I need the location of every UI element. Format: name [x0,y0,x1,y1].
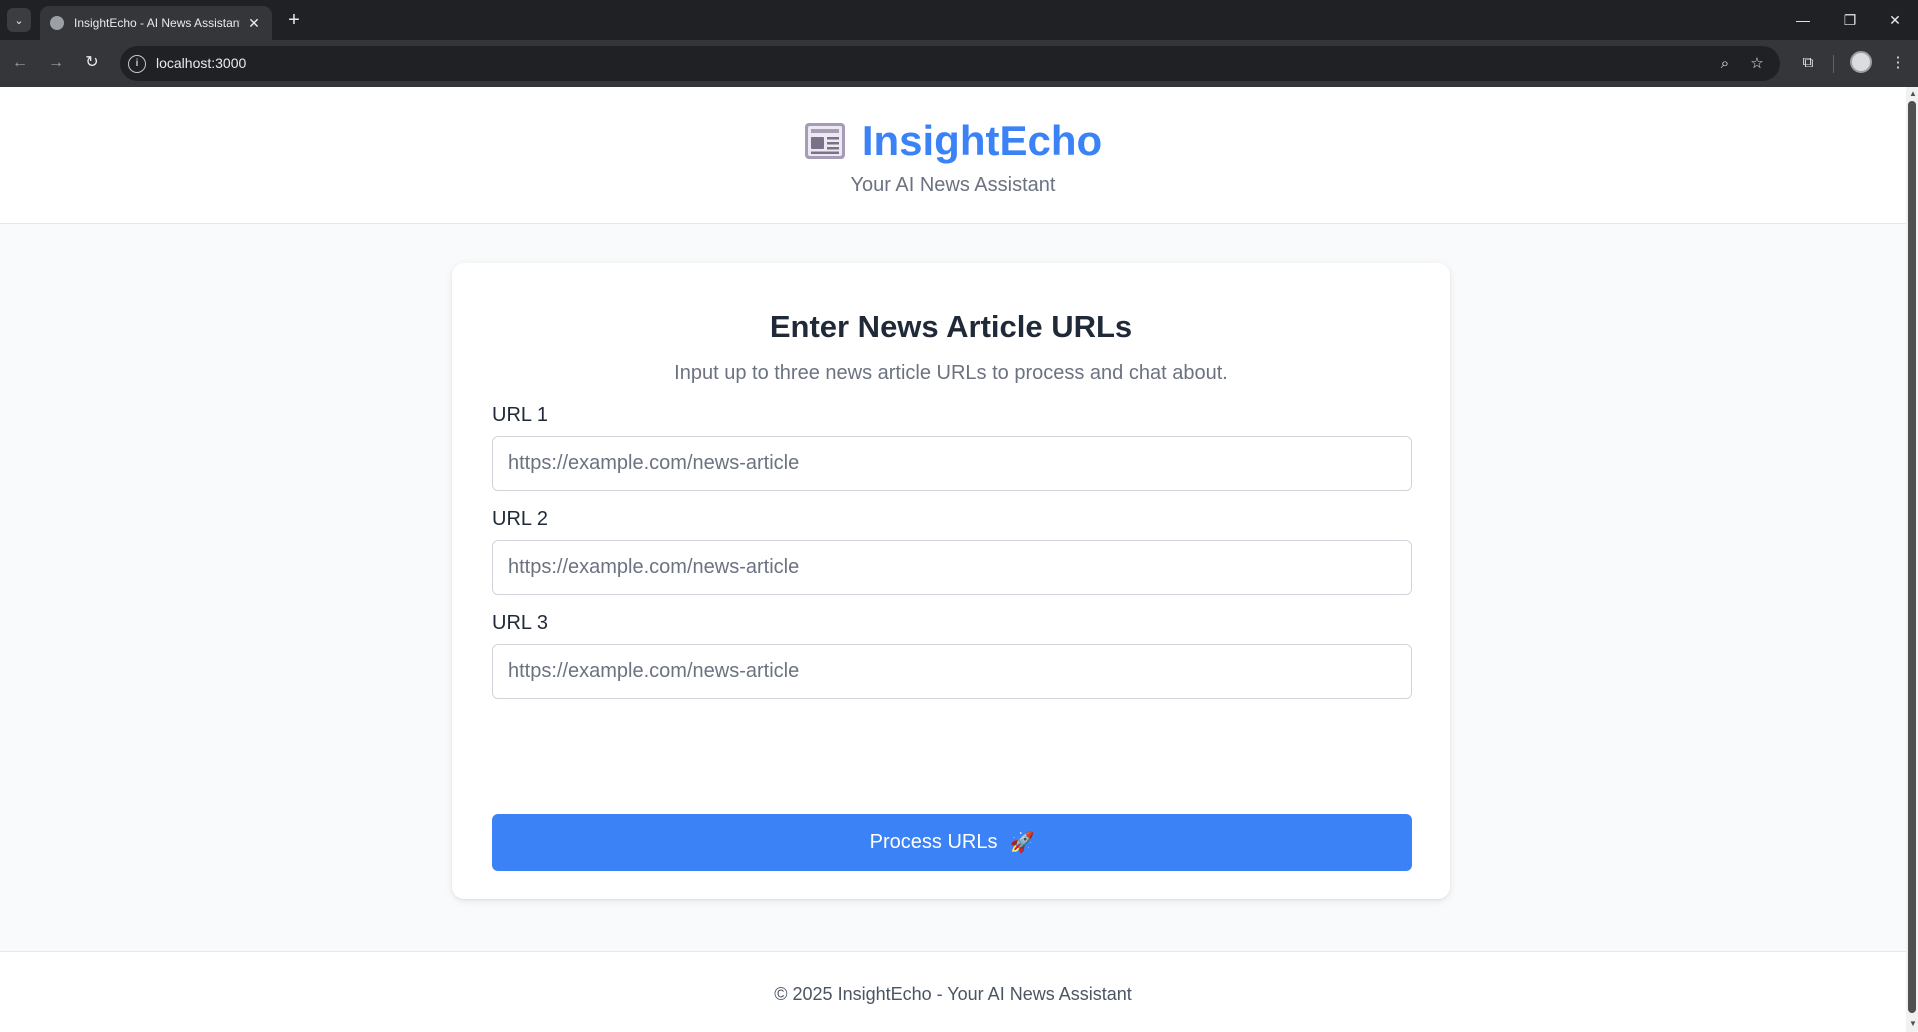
close-window-button[interactable]: ✕ [1883,8,1907,32]
newspaper-icon [804,123,845,159]
footer-copyright: © 2025 InsightEcho - Your AI News Assist… [774,984,1132,1004]
toolbar-divider [1833,55,1834,73]
forward-button[interactable]: → [44,51,68,75]
url-1-input[interactable] [492,436,1412,491]
url-2-input[interactable] [492,540,1412,595]
extensions-icon[interactable]: ⧉ [1796,51,1820,75]
bookmark-star-icon[interactable]: ☆ [1746,53,1768,75]
scrollbar-thumb[interactable] [1908,101,1916,1013]
globe-icon [50,16,64,30]
rocket-icon: 🚀 [1009,832,1035,854]
app-footer: © 2025 InsightEcho - Your AI News Assist… [0,951,1906,1032]
app-tagline: Your AI News Assistant [850,174,1056,196]
form-subtitle: Input up to three news article URLs to p… [674,362,1228,384]
reload-button[interactable]: ↻ [80,51,104,75]
browser-tab[interactable]: InsightEcho - AI News Assistant ✕ [40,6,272,40]
scroll-down-arrow-icon[interactable]: ▼ [1909,1019,1917,1028]
app-header: InsightEcho Your AI News Assistant [0,87,1906,224]
logo-row: InsightEcho [0,117,1906,165]
process-urls-button[interactable]: Process URLs 🚀 [492,814,1412,871]
address-url[interactable]: localhost:3000 [156,55,246,71]
page-viewport: InsightEcho Your AI News Assistant Enter… [0,87,1906,1032]
restore-window-button[interactable]: ❐ [1838,8,1862,32]
scroll-up-arrow-icon[interactable]: ▲ [1909,89,1917,98]
browser-menu-icon[interactable]: ⋮ [1886,51,1910,75]
profile-avatar[interactable] [1850,51,1872,73]
site-info-icon[interactable]: i [128,55,146,73]
form-title: Enter News Article URLs [769,309,1133,344]
browser-toolbar: ← → ↻ i localhost:3000 ⌕ ☆ ⧉ ⋮ [0,40,1918,87]
address-bar[interactable]: i localhost:3000 ⌕ ☆ [120,46,1780,81]
minimize-window-button[interactable]: — [1791,8,1815,32]
url-3-input[interactable] [492,644,1412,699]
back-button[interactable]: ← [8,51,32,75]
close-tab-icon[interactable]: ✕ [246,15,262,32]
url-3-label: URL 3 [492,612,548,634]
browser-tab-bar: ⌄ InsightEcho - AI News Assistant ✕ + — … [0,0,1918,40]
process-urls-label: Process URLs [869,831,998,853]
zoom-icon[interactable]: ⌕ [1714,53,1736,75]
tab-title: InsightEcho - AI News Assistant [74,16,240,30]
new-tab-button[interactable]: + [282,8,306,32]
app-logo-title: InsightEcho [861,117,1103,164]
url-2-label: URL 2 [492,508,548,530]
url-1-label: URL 1 [492,404,548,426]
page-scrollbar[interactable]: ▲ ▼ [1906,87,1918,1032]
tab-search-dropdown-icon[interactable]: ⌄ [7,8,31,32]
url-form-card: Enter News Article URLs Input up to thre… [452,263,1450,899]
